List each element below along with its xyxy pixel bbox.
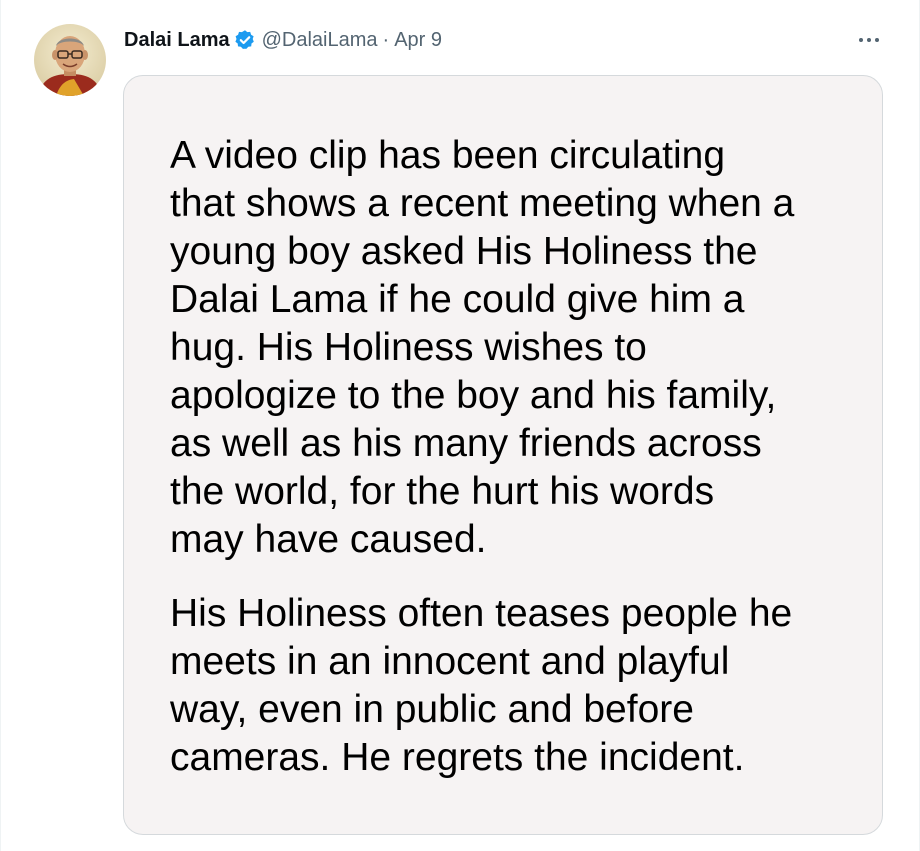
statement-line: meets in an innocent and playful (170, 640, 730, 683)
statement-line: may have caused. (170, 518, 487, 561)
statement-line: as well as his many friends across (170, 422, 762, 465)
tweet-date[interactable]: Apr 9 (394, 29, 442, 52)
statement-line: the world, for the hurt his words (170, 470, 715, 513)
display-name[interactable]: Dalai Lama (124, 29, 230, 52)
statement-paragraph-2: His Holiness often teases people he meet… (170, 590, 870, 782)
statement-line: cameras. He regrets the incident. (170, 736, 745, 779)
statement-line: hug. His Holiness wishes to (170, 326, 647, 369)
more-options-button[interactable] (851, 26, 887, 54)
avatar[interactable] (34, 24, 106, 96)
statement-line: way, even in public and before (170, 688, 694, 731)
separator-dot: · (382, 28, 390, 51)
statement-line: His Holiness often teases people he (170, 592, 793, 635)
statement-line: apologize to the boy and his family, (170, 374, 777, 417)
statement-line: young boy asked His Holiness the (170, 230, 758, 273)
more-horizontal-icon (859, 38, 879, 42)
tweet-header: Dalai Lama @DalaiLama · Apr 9 (124, 25, 442, 55)
verified-badge-icon (234, 29, 256, 51)
statement-paragraph-1: A video clip has been circulating that s… (170, 132, 870, 564)
profile-photo (34, 24, 106, 96)
statement-line: A video clip has been circulating (170, 134, 726, 177)
user-handle[interactable]: @DalaiLama (262, 29, 378, 52)
statement-line: that shows a recent meeting when a (170, 182, 795, 225)
tweet[interactable]: Dalai Lama @DalaiLama · Apr 9 A video cl… (0, 0, 920, 851)
tweet-image[interactable]: A video clip has been circulating that s… (123, 75, 883, 835)
statement-line: Dalai Lama if he could give him a (170, 278, 745, 321)
